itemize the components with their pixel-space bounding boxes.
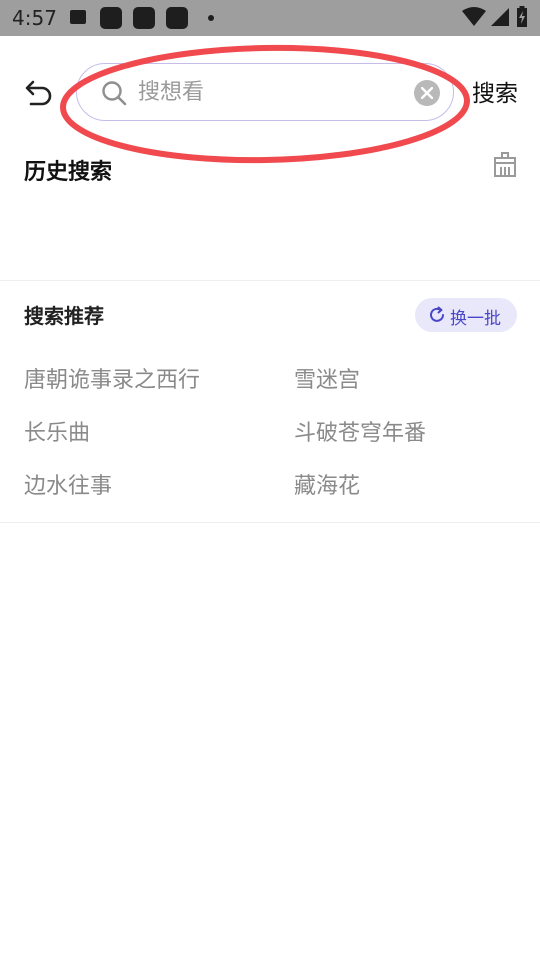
history-title: 历史搜索: [24, 160, 113, 185]
image-notification-icon: [70, 10, 86, 24]
app-notification-icon: [166, 7, 188, 29]
app-notification-icon: [133, 7, 155, 29]
cell-signal-icon: [491, 8, 509, 26]
section-divider: [0, 522, 540, 523]
recommend-item[interactable]: 长乐曲: [24, 415, 90, 447]
recommend-item[interactable]: 雪迷宫: [294, 362, 360, 394]
status-time: 4:57: [12, 6, 57, 30]
recommend-item[interactable]: 唐朝诡事录之西行: [24, 362, 200, 394]
search-button[interactable]: 搜索: [472, 74, 518, 108]
refresh-button[interactable]: 换一批: [415, 298, 517, 332]
app-notification-icon: [100, 7, 122, 29]
clear-search-button[interactable]: [414, 80, 440, 106]
search-input[interactable]: [138, 72, 398, 112]
more-notifications-dot-icon: [208, 15, 214, 21]
recommend-title: 搜索推荐: [24, 304, 104, 328]
close-icon: [421, 87, 433, 99]
refresh-icon: [430, 306, 444, 322]
recommend-item[interactable]: 斗破苍穹年番: [294, 415, 426, 447]
status-bar: 4:57: [0, 0, 540, 36]
recommend-item[interactable]: 藏海花: [294, 468, 360, 500]
clear-history-icon[interactable]: [492, 152, 518, 178]
refresh-label: 换一批: [450, 309, 501, 329]
search-icon: [102, 81, 127, 106]
back-icon[interactable]: [24, 78, 56, 110]
section-divider: [0, 280, 540, 281]
recommend-item[interactable]: 边水往事: [24, 468, 112, 500]
wifi-icon: [462, 7, 486, 26]
battery-charging-icon: [517, 6, 527, 27]
